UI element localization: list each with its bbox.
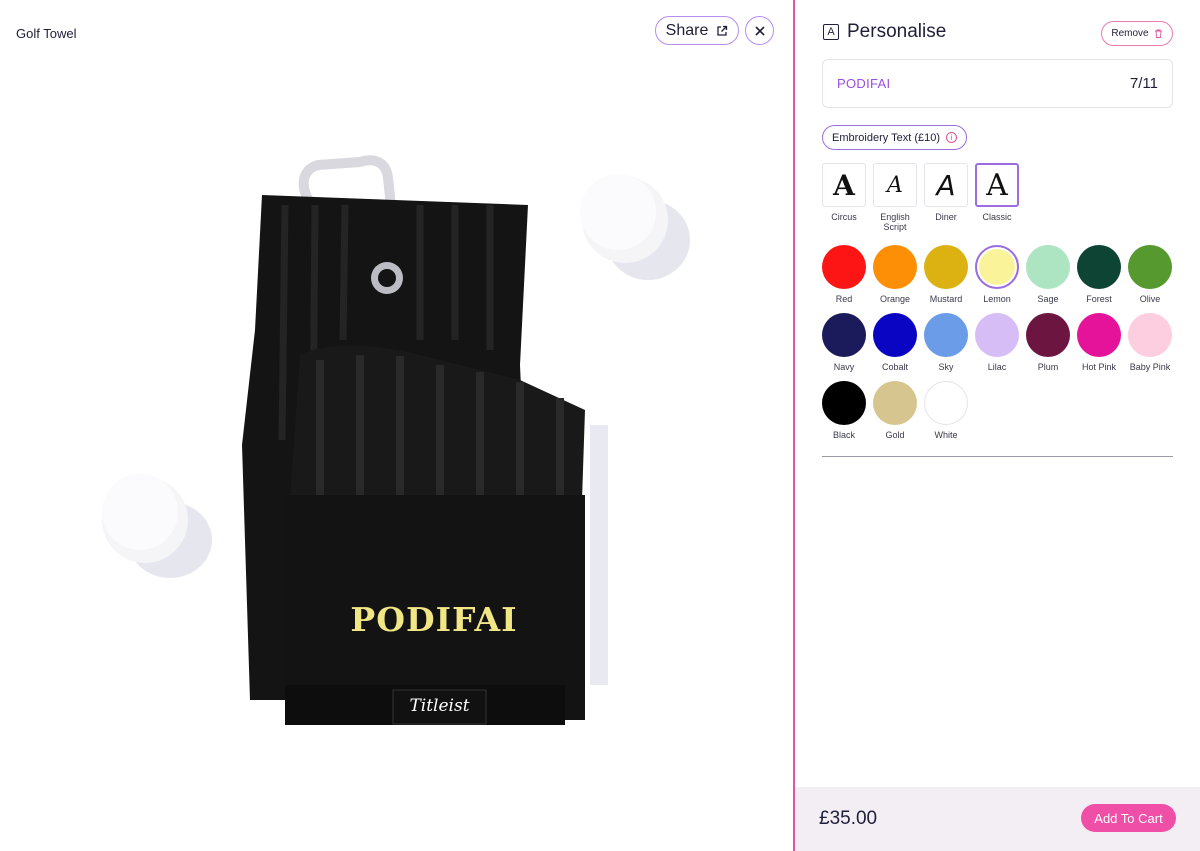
text-input-value: PODIFAI bbox=[837, 76, 891, 91]
font-label: English Script bbox=[880, 212, 910, 232]
color-dot bbox=[924, 245, 968, 289]
color-dot bbox=[924, 381, 968, 425]
color-dot bbox=[975, 313, 1019, 357]
section-divider bbox=[822, 456, 1173, 457]
color-swatch-black[interactable]: Black bbox=[822, 381, 866, 440]
product-image bbox=[102, 155, 690, 725]
color-label: Orange bbox=[879, 294, 911, 304]
color-swatch-sage[interactable]: Sage bbox=[1026, 245, 1070, 304]
color-dot bbox=[975, 245, 1019, 289]
color-label: Lemon bbox=[983, 294, 1011, 304]
color-dot bbox=[822, 381, 866, 425]
color-label: Cobalt bbox=[881, 362, 908, 372]
color-dot bbox=[924, 313, 968, 357]
color-swatch-baby-pink[interactable]: Baby Pink bbox=[1128, 313, 1172, 372]
font-option-classic[interactable]: A Classic bbox=[975, 163, 1019, 232]
font-label: Classic bbox=[982, 212, 1012, 222]
trash-icon bbox=[1154, 29, 1162, 38]
personalise-panel: A Personalise Remove PODIFAI 7/11 Embroi… bbox=[795, 0, 1200, 851]
color-swatch-cobalt[interactable]: Cobalt bbox=[873, 313, 917, 372]
color-swatch-lilac[interactable]: Lilac bbox=[975, 313, 1019, 372]
font-tile: A bbox=[822, 163, 866, 207]
color-dot bbox=[1128, 245, 1172, 289]
color-label: Olive bbox=[1139, 294, 1161, 304]
add-to-cart-button[interactable]: Add To Cart bbox=[1081, 804, 1176, 832]
color-swatch-plum[interactable]: Plum bbox=[1026, 313, 1070, 372]
color-label: Sky bbox=[938, 362, 954, 372]
color-dot bbox=[1026, 245, 1070, 289]
color-label: Black bbox=[832, 430, 855, 440]
color-label: Hot Pink bbox=[1081, 362, 1116, 372]
color-label: Gold bbox=[885, 430, 905, 440]
font-label: Circus bbox=[831, 212, 857, 222]
char-count: 7/11 bbox=[1129, 75, 1158, 92]
price: £35.00 bbox=[819, 808, 878, 829]
towel-brand-label: Titleist bbox=[409, 696, 470, 716]
font-tile: A bbox=[873, 163, 917, 207]
color-swatch-sky[interactable]: Sky bbox=[924, 313, 968, 372]
font-label: Diner bbox=[935, 212, 957, 222]
font-option-circus[interactable]: A Circus bbox=[822, 163, 866, 232]
color-picker: Red Orange Mustard Lemon Sage Forest Olive Navy… bbox=[822, 245, 1182, 440]
remove-button[interactable]: Remove bbox=[1101, 21, 1173, 46]
color-dot bbox=[1026, 313, 1070, 357]
color-swatch-orange[interactable]: Orange bbox=[873, 245, 917, 304]
font-option-diner[interactable]: A Diner bbox=[924, 163, 968, 232]
color-swatch-hot-pink[interactable]: Hot Pink bbox=[1077, 313, 1121, 372]
color-dot bbox=[1077, 245, 1121, 289]
color-swatch-lemon[interactable]: Lemon bbox=[975, 245, 1019, 304]
color-dot bbox=[822, 313, 866, 357]
panel-title: Personalise bbox=[847, 21, 947, 42]
color-label: Lilac bbox=[987, 362, 1007, 372]
font-tile: A bbox=[975, 163, 1019, 207]
color-label: Sage bbox=[1037, 294, 1059, 304]
text-a-icon: A bbox=[823, 24, 839, 40]
color-swatch-olive[interactable]: Olive bbox=[1128, 245, 1172, 304]
panel-header: A Personalise bbox=[823, 21, 946, 43]
color-label: Mustard bbox=[929, 294, 963, 304]
color-dot bbox=[873, 381, 917, 425]
font-tile: A bbox=[924, 163, 968, 207]
info-icon[interactable]: i bbox=[946, 132, 958, 143]
color-swatch-white[interactable]: White bbox=[924, 381, 968, 440]
color-swatch-forest[interactable]: Forest bbox=[1077, 245, 1121, 304]
color-dot bbox=[873, 313, 917, 357]
color-label: Forest bbox=[1086, 294, 1112, 304]
embroidery-option-pill[interactable]: Embroidery Text (£10) i bbox=[822, 125, 968, 150]
embroidery-label: Embroidery Text (£10) bbox=[832, 131, 941, 144]
color-swatch-navy[interactable]: Navy bbox=[822, 313, 866, 372]
color-dot bbox=[873, 245, 917, 289]
product-preview: Golf Towel Share PODIFAI Titleist bbox=[0, 0, 793, 851]
color-swatch-mustard[interactable]: Mustard bbox=[924, 245, 968, 304]
color-label: Baby Pink bbox=[1129, 362, 1171, 372]
towel-embroidery-text: PODIFAI bbox=[350, 600, 518, 639]
embroidery-text-input[interactable]: PODIFAI 7/11 bbox=[822, 59, 1173, 108]
cart-footer: £35.00 Add To Cart bbox=[795, 787, 1200, 851]
color-label: White bbox=[934, 430, 958, 440]
font-option-english-script[interactable]: A English Script bbox=[873, 163, 917, 232]
color-label: Navy bbox=[833, 362, 855, 372]
font-picker: A Circus A English Script A Diner A Clas… bbox=[822, 163, 1019, 232]
color-dot bbox=[822, 245, 866, 289]
color-dot bbox=[1128, 313, 1172, 357]
remove-label: Remove bbox=[1111, 28, 1149, 39]
color-swatch-red[interactable]: Red bbox=[822, 245, 866, 304]
color-label: Red bbox=[835, 294, 853, 304]
color-dot bbox=[1077, 313, 1121, 357]
color-label: Plum bbox=[1037, 362, 1059, 372]
color-swatch-gold[interactable]: Gold bbox=[873, 381, 917, 440]
